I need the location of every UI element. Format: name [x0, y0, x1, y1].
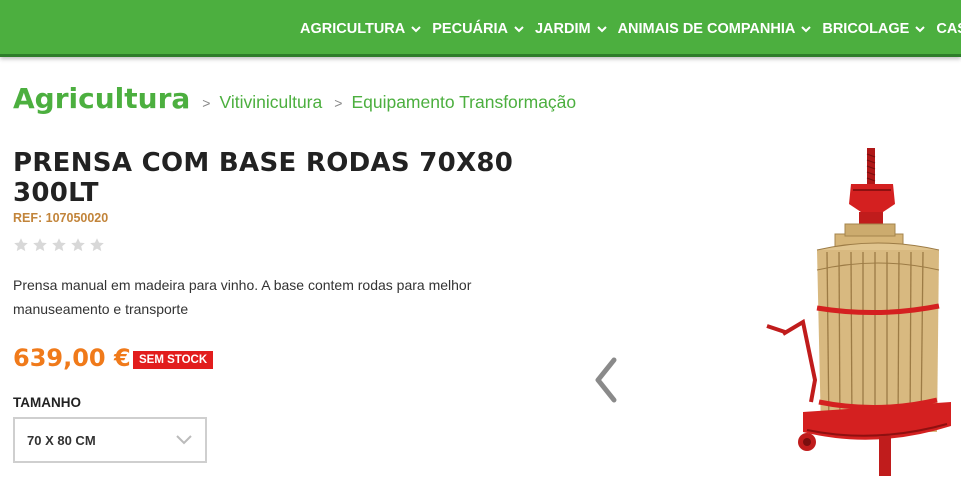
breadcrumb: Agricultura > Vitivinicultura > Equipame…: [13, 82, 576, 122]
product-price: 639,00 €: [13, 344, 131, 372]
star-icon[interactable]: [32, 237, 48, 253]
breadcrumb-link-vitivinicultura[interactable]: Vitivinicultura: [219, 92, 322, 113]
nav-item-agricultura[interactable]: AGRICULTURA: [300, 21, 422, 37]
chevron-left-icon[interactable]: [590, 356, 622, 404]
nav-item-label: CASA: [936, 20, 961, 37]
nav-item-label: AGRICULTURA: [300, 20, 406, 37]
nav-item-casa[interactable]: CASA: [936, 21, 961, 37]
size-label: TAMANHO: [13, 395, 81, 410]
wine-press-image: [766, 148, 951, 476]
rating-stars[interactable]: [13, 237, 105, 253]
nav-item-label: ANIMAIS DE COMPANHIA: [617, 20, 796, 37]
nav-item-animais[interactable]: ANIMAIS DE COMPANHIA: [618, 21, 813, 37]
nav-item-bricolage[interactable]: BRICOLAGE: [822, 21, 926, 37]
breadcrumb-separator: >: [202, 95, 211, 111]
star-icon[interactable]: [70, 237, 86, 253]
star-icon[interactable]: [51, 237, 67, 253]
nav-item-jardim[interactable]: JARDIM: [535, 21, 608, 37]
chevron-down-icon: [596, 25, 607, 32]
nav-item-label: BRICOLAGE: [822, 20, 910, 37]
main-menu: AGRICULTURA PECUÁRIA JARDIM ANIMAIS DE C…: [300, 0, 961, 54]
chevron-down-icon: [411, 25, 421, 32]
star-icon[interactable]: [89, 237, 105, 253]
size-select-value: 70 X 80 CM: [27, 432, 96, 448]
product-title: PRENSA COM BASE RODAS 70X80 300LT: [13, 148, 514, 208]
breadcrumb-separator: >: [334, 95, 343, 111]
chevron-down-icon: [514, 25, 524, 32]
chevron-down-icon: [801, 25, 812, 32]
top-navigation: AGRICULTURA PECUÁRIA JARDIM ANIMAIS DE C…: [0, 0, 961, 57]
breadcrumb-link-equipamento[interactable]: Equipamento Transformação: [351, 92, 576, 113]
product-ref: REF: 107050020: [13, 211, 109, 225]
nav-item-pecuaria[interactable]: PECUÁRIA: [432, 21, 525, 37]
size-select[interactable]: 70 X 80 CM: [13, 417, 207, 463]
breadcrumb-category[interactable]: Agricultura: [13, 82, 190, 115]
chevron-down-icon: [176, 435, 192, 445]
chevron-down-icon: [915, 25, 926, 32]
nav-item-label: JARDIM: [534, 20, 591, 37]
stock-badge: SEM STOCK: [133, 351, 214, 369]
star-icon[interactable]: [13, 237, 29, 253]
nav-item-label: PECUÁRIA: [432, 20, 508, 37]
product-description: Prensa manual em madeira para vinho. A b…: [13, 277, 472, 317]
